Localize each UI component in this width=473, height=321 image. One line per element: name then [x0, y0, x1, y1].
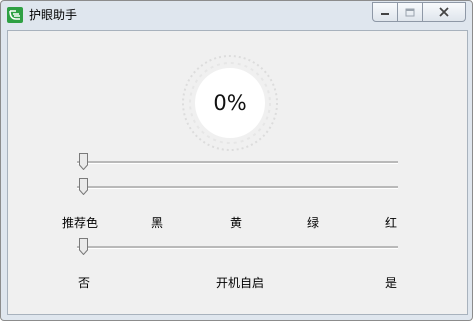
color-label-black: 黑 [151, 216, 164, 230]
color-label-red: 红 [385, 216, 398, 230]
autostart-title: 开机自启 [216, 276, 265, 290]
slider-thumb[interactable] [79, 238, 88, 255]
close-button[interactable] [423, 2, 466, 22]
dial-value: 0% [213, 91, 247, 115]
brightness-slider[interactable] [77, 153, 398, 171]
title-bar[interactable]: 护眼助手 [1, 1, 472, 29]
maximize-button[interactable] [398, 2, 423, 22]
color-slider[interactable] [77, 178, 398, 196]
color-label-yellow: 黄 [230, 216, 243, 230]
autostart-no-label: 否 [78, 276, 91, 290]
maximize-icon [405, 8, 415, 16]
app-logo-icon [7, 7, 23, 23]
app-window: 护眼助手 0% 推荐色 黑 黄 绿 红 否 开机自启 是 [0, 0, 473, 321]
close-icon [439, 7, 449, 17]
color-label-recommended: 推荐色 [62, 216, 99, 230]
autostart-slider[interactable] [77, 238, 398, 256]
window-title: 护眼助手 [29, 8, 78, 22]
slider-track [77, 186, 398, 189]
minimize-button[interactable] [372, 2, 398, 22]
slider-track [77, 246, 398, 249]
slider-thumb[interactable] [79, 153, 88, 170]
slider-thumb[interactable] [79, 178, 88, 195]
minimize-icon [381, 13, 389, 15]
color-label-green: 绿 [307, 216, 320, 230]
main-panel: 0% 推荐色 黑 黄 绿 红 否 开机自启 是 [7, 30, 468, 315]
autostart-yes-label: 是 [385, 276, 398, 290]
slider-track [77, 161, 398, 164]
